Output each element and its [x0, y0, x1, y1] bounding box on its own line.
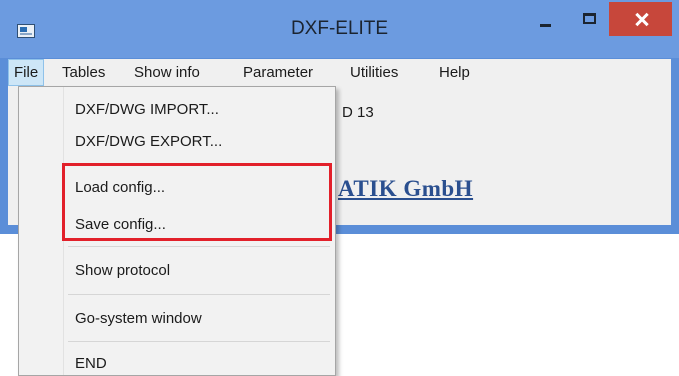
menu-item-go-system-window[interactable]: Go-system window: [75, 310, 202, 327]
menu-separator: [68, 341, 330, 342]
menu-item-dxf-dwg-export[interactable]: DXF/DWG EXPORT...: [75, 133, 222, 150]
menu-tables[interactable]: Tables: [57, 59, 110, 86]
minimize-button[interactable]: [525, 6, 569, 36]
highlight-box: [62, 163, 332, 241]
brand-logo-text: ATIK GmbH: [338, 176, 474, 201]
menu-parameter[interactable]: Parameter: [238, 59, 318, 86]
menu-item-show-protocol[interactable]: Show protocol: [75, 262, 170, 279]
maximize-button[interactable]: [568, 6, 612, 36]
menu-separator: [68, 246, 330, 247]
close-button[interactable]: [609, 2, 672, 36]
menu-icon-gutter: [19, 87, 64, 375]
menu-utilities[interactable]: Utilities: [345, 59, 403, 86]
menu-help[interactable]: Help: [434, 59, 475, 86]
title-bar: DXF-ELITE: [0, 0, 679, 58]
menu-show-info[interactable]: Show info: [129, 59, 205, 86]
menu-file[interactable]: File: [8, 59, 45, 86]
client-info-text: D 13: [342, 104, 374, 121]
menu-separator: [68, 294, 330, 295]
menu-bar: File Tables Show info Parameter Utilitie…: [8, 59, 671, 86]
menu-item-dxf-dwg-import[interactable]: DXF/DWG IMPORT...: [75, 101, 219, 118]
menu-item-end[interactable]: END: [75, 355, 107, 372]
